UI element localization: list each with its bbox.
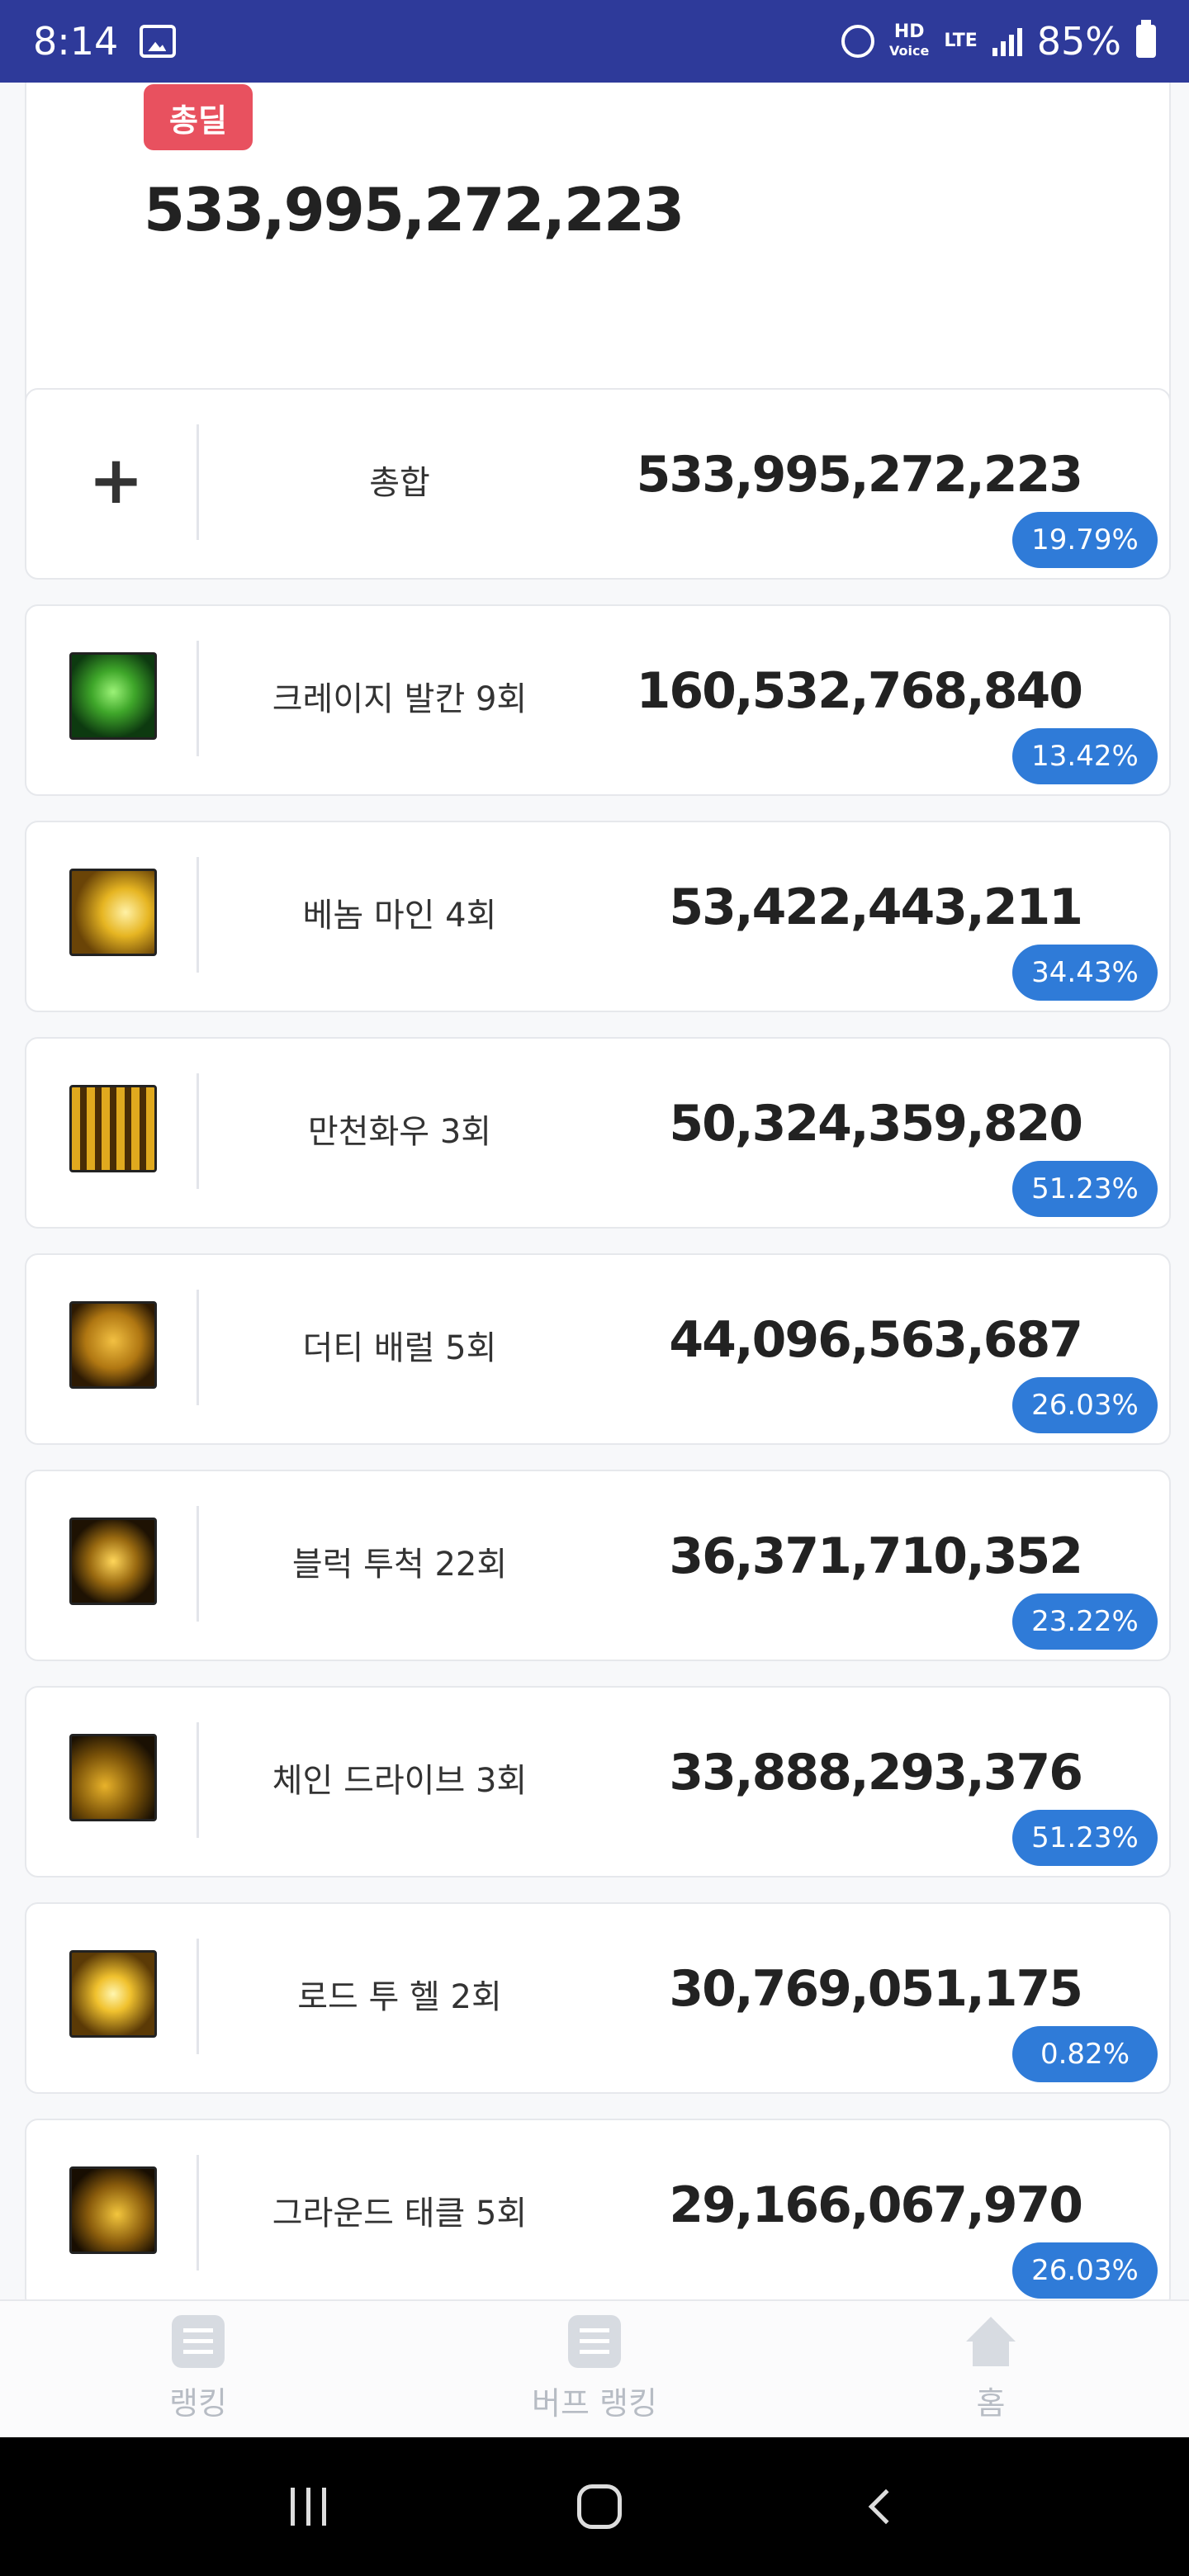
mancheon-hwau-skill-icon <box>69 1085 157 1172</box>
nav-ranking[interactable]: 랭킹 <box>0 2301 396 2437</box>
damage-row[interactable]: 더티 배럴 5회 44,096,563,687 26.03% <box>25 1253 1171 1445</box>
row-damage-value: 33,888,293,376 <box>669 1744 1083 1802</box>
damage-row[interactable]: 만천화우 3회 50,324,359,820 51.23% <box>25 1037 1171 1229</box>
nav-buff-ranking[interactable]: 버프 랭킹 <box>396 2301 793 2437</box>
row-skill-name: 베놈 마인 4회 <box>302 897 497 935</box>
dirty-barrel-skill-icon <box>69 1301 157 1389</box>
recent-apps-button[interactable] <box>291 2488 327 2526</box>
row-percent-badge: 23.22% <box>1012 1593 1158 1650</box>
row-percent-badge: 26.03% <box>1012 1377 1158 1433</box>
row-percent-badge: 13.42% <box>1012 728 1158 784</box>
signal-icon <box>992 26 1022 56</box>
crazy-vulcan-skill-icon <box>69 652 157 740</box>
row-percent-badge: 26.03% <box>1012 2242 1158 2299</box>
damage-row[interactable]: 그라운드 태클 5회 29,166,067,970 26.03% <box>25 2119 1171 2299</box>
row-skill-name: 더티 배럴 5회 <box>302 1329 497 1367</box>
total-damage-value: 533,995,272,223 <box>144 175 685 244</box>
home-button[interactable] <box>577 2484 623 2529</box>
row-damage-value: 36,371,710,352 <box>669 1527 1083 1585</box>
list-icon <box>172 2315 225 2368</box>
venom-mine-skill-icon <box>69 869 157 956</box>
row-skill-name: 크레이지 발칸 9회 <box>272 680 528 718</box>
row-divider <box>197 1939 199 2054</box>
total-damage-badge: 총딜 <box>144 84 253 150</box>
row-percent-badge: 51.23% <box>1012 1161 1158 1217</box>
row-damage-value: 50,324,359,820 <box>669 1095 1083 1153</box>
damage-row-total[interactable]: + 총합 533,995,272,223 19.79% <box>25 388 1171 580</box>
battery-percent: 85% <box>1036 19 1121 64</box>
row-percent-badge: 0.82% <box>1012 2026 1158 2082</box>
alarm-icon <box>841 25 874 58</box>
row-damage-value: 44,096,563,687 <box>669 1311 1083 1369</box>
row-divider <box>197 424 199 540</box>
row-damage-value: 533,995,272,223 <box>636 446 1083 504</box>
row-skill-name: 체인 드라이브 3회 <box>272 1762 528 1800</box>
damage-row[interactable]: 로드 투 헬 2회 30,769,051,175 0.82% <box>25 1902 1171 2094</box>
chain-drive-skill-icon <box>69 1734 157 1821</box>
battery-icon <box>1136 20 1156 58</box>
row-percent-badge: 34.43% <box>1012 945 1158 1001</box>
row-skill-name: 그라운드 태클 5회 <box>272 2195 528 2233</box>
nav-label: 랭킹 <box>169 2385 227 2422</box>
home-icon <box>964 2315 1017 2368</box>
damage-row[interactable]: 크레이지 발칸 9회 160,532,768,840 13.42% <box>25 604 1171 796</box>
row-skill-name: 로드 투 헬 2회 <box>297 1978 502 2016</box>
nav-label: 홈 <box>976 2385 1006 2422</box>
row-divider <box>197 1073 199 1189</box>
ground-tackle-skill-icon <box>69 2166 157 2254</box>
damage-row[interactable]: 체인 드라이브 3회 33,888,293,376 51.23% <box>25 1686 1171 1878</box>
row-damage-value: 29,166,067,970 <box>669 2176 1083 2234</box>
row-divider <box>197 2155 199 2271</box>
lte-indicator: LTE <box>944 31 978 51</box>
damage-list[interactable]: 총딜 533,995,272,223 + 총합 533,995,272,223 … <box>0 83 1189 2299</box>
row-damage-value: 30,769,051,175 <box>669 1960 1083 2018</box>
row-damage-value: 53,422,443,211 <box>669 878 1083 936</box>
block-throw-skill-icon <box>69 1518 157 1605</box>
row-divider <box>197 1506 199 1622</box>
row-percent-badge: 19.79% <box>1012 512 1158 568</box>
image-notification-icon <box>140 25 177 58</box>
row-skill-name: 만천화우 3회 <box>307 1113 492 1151</box>
nav-home[interactable]: 홈 <box>793 2301 1189 2437</box>
row-skill-name: 블럭 투척 22회 <box>291 1546 508 1584</box>
back-button[interactable] <box>868 2488 904 2525</box>
status-indicators: HD Voice LTE 85% <box>841 19 1156 64</box>
row-divider <box>197 1290 199 1405</box>
system-navigation-bar <box>0 2437 1189 2576</box>
status-time: 8:14 <box>33 19 119 64</box>
plus-icon[interactable]: + <box>88 439 144 522</box>
nav-label: 버프 랭킹 <box>532 2385 657 2422</box>
damage-row[interactable]: 베놈 마인 4회 53,422,443,211 34.43% <box>25 821 1171 1012</box>
row-divider <box>197 641 199 756</box>
row-damage-value: 160,532,768,840 <box>636 662 1083 720</box>
row-skill-name: 총합 <box>369 464 430 502</box>
bottom-navigation: 랭킹 버프 랭킹 홈 <box>0 2299 1189 2437</box>
row-percent-badge: 51.23% <box>1012 1810 1158 1866</box>
damage-row[interactable]: 블럭 투척 22회 36,371,710,352 23.22% <box>25 1470 1171 1661</box>
row-divider <box>197 857 199 973</box>
status-bar: 8:14 HD Voice LTE 85% <box>0 0 1189 83</box>
row-divider <box>197 1722 199 1838</box>
hd-voice-indicator: HD Voice <box>889 21 930 59</box>
road-to-hell-skill-icon <box>69 1950 157 2038</box>
list-icon <box>568 2315 621 2368</box>
